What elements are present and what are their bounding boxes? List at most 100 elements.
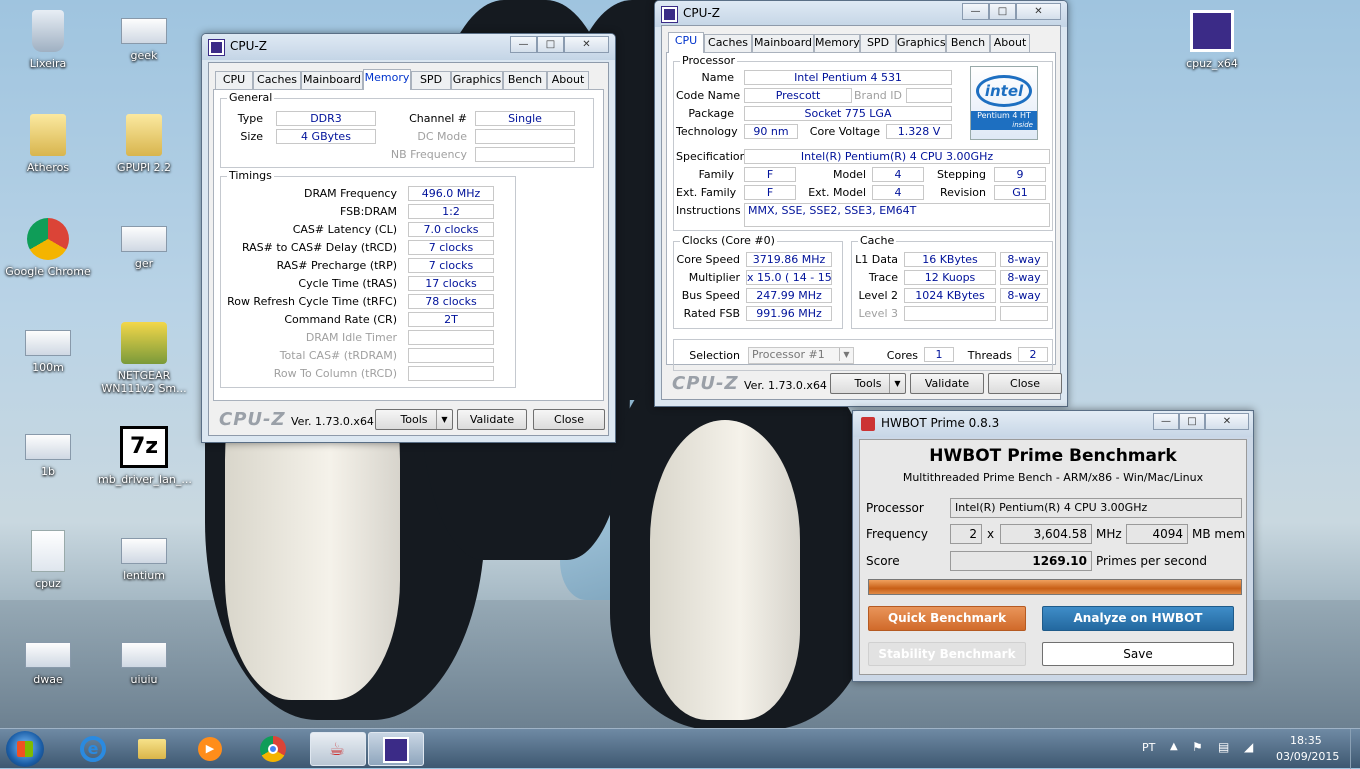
- close-icon[interactable]: ✕: [564, 36, 609, 53]
- tab-bench[interactable]: Bench: [503, 71, 547, 89]
- tab-graphics[interactable]: Graphics: [451, 71, 503, 89]
- desktop-icon[interactable]: ger: [98, 210, 190, 308]
- title-bar[interactable]: HWBOT Prime 0.8.3 — □ ✕: [853, 411, 1253, 437]
- cpuz-cpu-window[interactable]: CPU-Z — □ ✕ CPU Caches Mainboard Memory SPD G…: [654, 0, 1068, 407]
- cpuz-taskbar-button[interactable]: [368, 732, 424, 766]
- desktop-icon[interactable]: lentium: [98, 522, 190, 620]
- maximize-button[interactable]: □: [537, 36, 564, 53]
- volume-icon[interactable]: ◢: [1244, 740, 1253, 754]
- desktop-icon[interactable]: GPUPI 2.2: [98, 106, 190, 204]
- tab-about[interactable]: About: [547, 71, 589, 89]
- validate-button[interactable]: Validate: [457, 409, 527, 430]
- close-icon[interactable]: ✕: [1016, 3, 1061, 20]
- internet-explorer-taskbar-button[interactable]: e: [66, 732, 122, 766]
- show-hidden-icons-icon[interactable]: ▲: [1170, 741, 1178, 752]
- tab-cpu[interactable]: CPU: [668, 32, 704, 53]
- tab-mainboard[interactable]: Mainboard: [301, 71, 363, 89]
- quick-benchmark-button[interactable]: Quick Benchmark: [868, 606, 1026, 631]
- timing-value: 1:2: [408, 204, 494, 219]
- tools-button[interactable]: Tools ▼: [830, 373, 906, 394]
- tab-bench[interactable]: Bench: [946, 34, 990, 52]
- stability-benchmark-button[interactable]: Stability Benchmark: [868, 642, 1026, 666]
- desktop-icon-label: dwae: [33, 673, 63, 686]
- processor-label: Processor: [866, 501, 924, 515]
- start-button[interactable]: [6, 731, 44, 767]
- tab-spd[interactable]: SPD: [860, 34, 896, 52]
- desktop-icon[interactable]: 100m: [2, 314, 94, 412]
- network-icon[interactable]: ▤: [1218, 740, 1229, 754]
- cpuz-icon: [383, 737, 409, 763]
- close-button[interactable]: Close: [533, 409, 605, 430]
- desktop-icon[interactable]: cpuz_x64: [1166, 2, 1258, 100]
- clock-date[interactable]: 03/09/2015: [1276, 750, 1339, 763]
- brandid-label: Brand ID: [854, 89, 902, 102]
- desktop-icon[interactable]: cpuz: [2, 522, 94, 620]
- desktop-icon-label: uiuiu: [130, 673, 158, 686]
- action-center-icon[interactable]: ⚑: [1192, 740, 1203, 754]
- hwbot-prime-window[interactable]: HWBOT Prime 0.8.3 — □ ✕ HWBOT Prime Benc…: [852, 410, 1254, 682]
- package-value: Socket 775 LGA: [744, 106, 952, 121]
- maximize-button[interactable]: □: [989, 3, 1016, 20]
- tools-label: Tools: [854, 377, 882, 390]
- level2-value: 1024 KBytes: [904, 288, 996, 303]
- trace-label: Trace: [868, 271, 898, 284]
- tab-graphics[interactable]: Graphics: [896, 34, 946, 52]
- tab-cpu[interactable]: CPU: [215, 71, 253, 89]
- chevron-down-icon: ▼: [839, 348, 853, 361]
- cpuz-memory-window[interactable]: CPU-Z — □ ✕ CPU Caches Mainboard Memory SPD G…: [201, 33, 616, 443]
- timing-value: [408, 330, 494, 345]
- show-desktop-button[interactable]: [1350, 729, 1360, 769]
- cores-label: Cores: [886, 349, 918, 362]
- maximize-button[interactable]: □: [1179, 413, 1205, 430]
- dc-mode-value: [475, 129, 575, 144]
- window-title: HWBOT Prime 0.8.3: [881, 416, 1000, 430]
- media-player-taskbar-button[interactable]: ▶: [182, 732, 238, 766]
- validate-button[interactable]: Validate: [910, 373, 984, 394]
- file-explorer-taskbar-button[interactable]: [124, 732, 180, 766]
- title-bar[interactable]: CPU-Z — □ ✕: [655, 1, 1067, 27]
- tab-caches[interactable]: Caches: [704, 34, 752, 52]
- score-value: 1269.10: [950, 551, 1092, 571]
- minimize-button[interactable]: —: [962, 3, 989, 20]
- desktop-icon[interactable]: Atheros: [2, 106, 94, 204]
- screenshot-thumbnail-icon: [25, 642, 71, 668]
- tab-about[interactable]: About: [990, 34, 1030, 52]
- close-button[interactable]: Close: [988, 373, 1062, 394]
- chrome-taskbar-button[interactable]: [246, 732, 302, 766]
- tab-mainboard[interactable]: Mainboard: [752, 34, 814, 52]
- timing-label: Command Rate (CR): [284, 313, 397, 326]
- desktop-icon[interactable]: 1b: [2, 418, 94, 516]
- desktop-icon[interactable]: dwae: [2, 626, 94, 724]
- desktop-icon-label: ger: [134, 257, 154, 270]
- clock-time[interactable]: 18:35: [1290, 734, 1322, 747]
- desktop-icon[interactable]: Lixeira: [2, 2, 94, 100]
- tab-spd[interactable]: SPD: [411, 71, 451, 89]
- revision-value: G1: [994, 185, 1046, 200]
- language-indicator[interactable]: PT: [1142, 741, 1155, 754]
- core-voltage-value: 1.328 V: [886, 124, 952, 139]
- desktop-icon[interactable]: NETGEAR WN111v2 Sm...: [98, 314, 190, 412]
- timing-value: [408, 348, 494, 363]
- score-unit-label: Primes per second: [1096, 554, 1207, 568]
- analyze-on-hwbot-button[interactable]: Analyze on HWBOT: [1042, 606, 1234, 631]
- minimize-button[interactable]: —: [510, 36, 537, 53]
- frequency-label: Frequency: [866, 527, 928, 541]
- save-button[interactable]: Save: [1042, 642, 1234, 666]
- tab-memory[interactable]: Memory: [363, 69, 411, 90]
- title-bar[interactable]: CPU-Z — □ ✕: [202, 34, 615, 60]
- tab-caches[interactable]: Caches: [253, 71, 301, 89]
- tools-label: Tools: [400, 413, 428, 426]
- group-title: Clocks (Core #0): [680, 234, 777, 247]
- tools-button[interactable]: Tools ▼: [375, 409, 453, 430]
- close-icon[interactable]: ✕: [1205, 413, 1249, 430]
- minimize-button[interactable]: —: [1153, 413, 1179, 430]
- timing-value: 17 clocks: [408, 276, 494, 291]
- java-taskbar-button[interactable]: ☕: [310, 732, 366, 766]
- desktop-icon[interactable]: uiuiu: [98, 626, 190, 724]
- desktop-icon[interactable]: Google Chrome: [2, 210, 94, 308]
- desktop-icon[interactable]: geek: [98, 2, 190, 100]
- desktop-icon[interactable]: 7z mb_driver_lan_...: [98, 418, 192, 516]
- tab-memory[interactable]: Memory: [814, 34, 860, 52]
- model-value: 4: [872, 167, 924, 182]
- processor-select[interactable]: Processor #1 ▼: [748, 347, 854, 364]
